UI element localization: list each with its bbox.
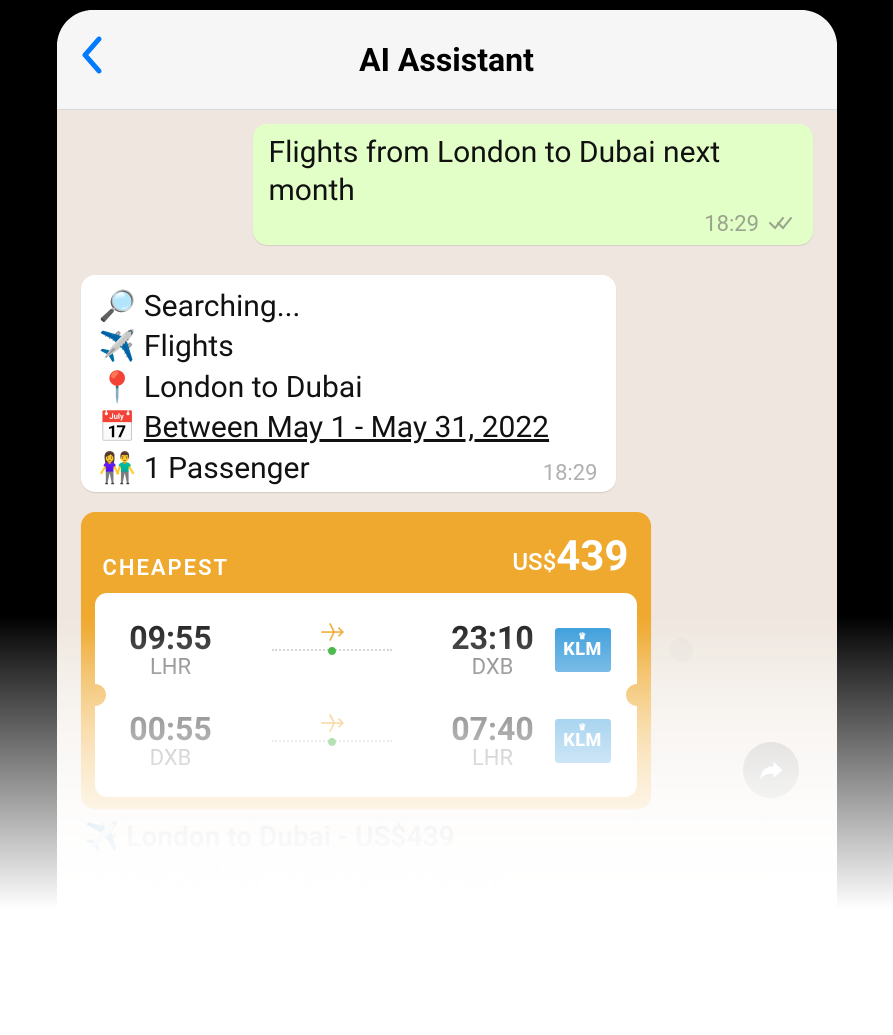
summary-outbound-text: Thu 05 May · 10h 15m (1 stop) <box>119 859 500 892</box>
status-searching: Searching... <box>144 287 301 328</box>
departure-col: 00:55 DXB <box>121 710 221 771</box>
arrival-col: 07:40 LHR <box>443 710 543 771</box>
flight-card-header: CHEAPEST US$439 <box>95 526 637 593</box>
outgoing-time: 18:29 <box>704 212 759 237</box>
airplane-icon: ✈️ <box>85 820 120 853</box>
phone-frame: AI Assistant Flights from London to Duba… <box>57 10 837 1010</box>
flight-leg: 00:55 DXB 07:40 LHR ♛KLM <box>115 704 617 777</box>
status-route: London to Dubai <box>144 368 363 409</box>
status-dates[interactable]: Between May 1 - May 31, 2022 <box>144 408 549 449</box>
flight-price: US$439 <box>512 532 628 581</box>
arrival-col: 23:10 DXB <box>443 619 543 680</box>
outgoing-message[interactable]: Flights from London to Dubai next month … <box>253 124 813 245</box>
status-line: 📍 London to Dubai <box>99 368 598 409</box>
status-passengers: 1 Passenger <box>144 449 310 490</box>
airline-badge: ♛KLM <box>555 719 611 763</box>
route-line <box>233 649 431 651</box>
incoming-status-message[interactable]: 🔎 Searching... ✈️ Flights 📍 London to Du… <box>81 275 616 493</box>
summary-outbound: → Thu 05 May · 10h 15m (1 stop) <box>85 856 813 895</box>
outgoing-text: Flights from London to Dubai next month <box>269 135 721 208</box>
dep-code: LHR <box>121 655 221 680</box>
summary-title-line: ✈️ London to Dubai - US$439 <box>85 817 813 856</box>
arrow-right-icon: → <box>85 859 113 892</box>
flight-summary: ✈️ London to Dubai - US$439 → Thu 05 May… <box>81 817 813 935</box>
outgoing-meta: 18:29 <box>269 211 797 239</box>
pin-icon: 📍 <box>99 368 136 409</box>
back-button[interactable] <box>79 34 103 86</box>
status-line: 📅 Between May 1 - May 31, 2022 <box>99 408 598 449</box>
airline-code: KLM <box>563 639 602 660</box>
chat-body: Flights from London to Dubai next month … <box>57 110 837 1010</box>
departure-col: 09:55 LHR <box>121 619 221 680</box>
flight-result-card[interactable]: CHEAPEST US$439 09:55 LHR <box>81 512 651 809</box>
cheapest-badge: CHEAPEST <box>103 556 230 581</box>
arr-time: 07:40 <box>443 710 543 748</box>
arrow-left-icon: ← <box>85 898 113 931</box>
flight-legs-box: 09:55 LHR 23:10 DXB ♛KLM <box>95 593 637 797</box>
summary-return-text: Thu 12 May · 9h 45m (1 stop) <box>119 898 484 931</box>
price-currency: US$ <box>512 548 556 576</box>
dep-code: DXB <box>121 746 221 771</box>
dep-time: 00:55 <box>121 710 221 748</box>
airplane-icon: ✈️ <box>99 327 136 368</box>
flight-leg: 09:55 LHR 23:10 DXB ♛KLM <box>115 613 617 686</box>
chat-title: AI Assistant <box>359 41 534 79</box>
status-flights: Flights <box>144 327 234 368</box>
arr-code: DXB <box>443 655 543 680</box>
read-ticks-icon <box>769 212 797 237</box>
arr-code: LHR <box>443 746 543 771</box>
airline-badge: ♛KLM <box>555 628 611 672</box>
summary-return: ← Thu 12 May · 9h 45m (1 stop) <box>85 895 813 934</box>
people-icon: 👫 <box>99 449 136 490</box>
calendar-icon: 📅 <box>99 408 136 449</box>
dep-time: 09:55 <box>121 619 221 657</box>
arr-time: 23:10 <box>443 619 543 657</box>
forward-button[interactable] <box>743 742 799 798</box>
status-line: ✈️ Flights <box>99 327 598 368</box>
summary-title: London to Dubai - US$439 <box>126 820 454 853</box>
search-icon: 🔎 <box>99 287 136 328</box>
price-amount: 439 <box>556 532 628 581</box>
route-line <box>233 740 431 742</box>
airline-code: KLM <box>563 730 602 751</box>
chat-header: AI Assistant <box>57 10 837 110</box>
status-line: 🔎 Searching... <box>99 287 598 328</box>
